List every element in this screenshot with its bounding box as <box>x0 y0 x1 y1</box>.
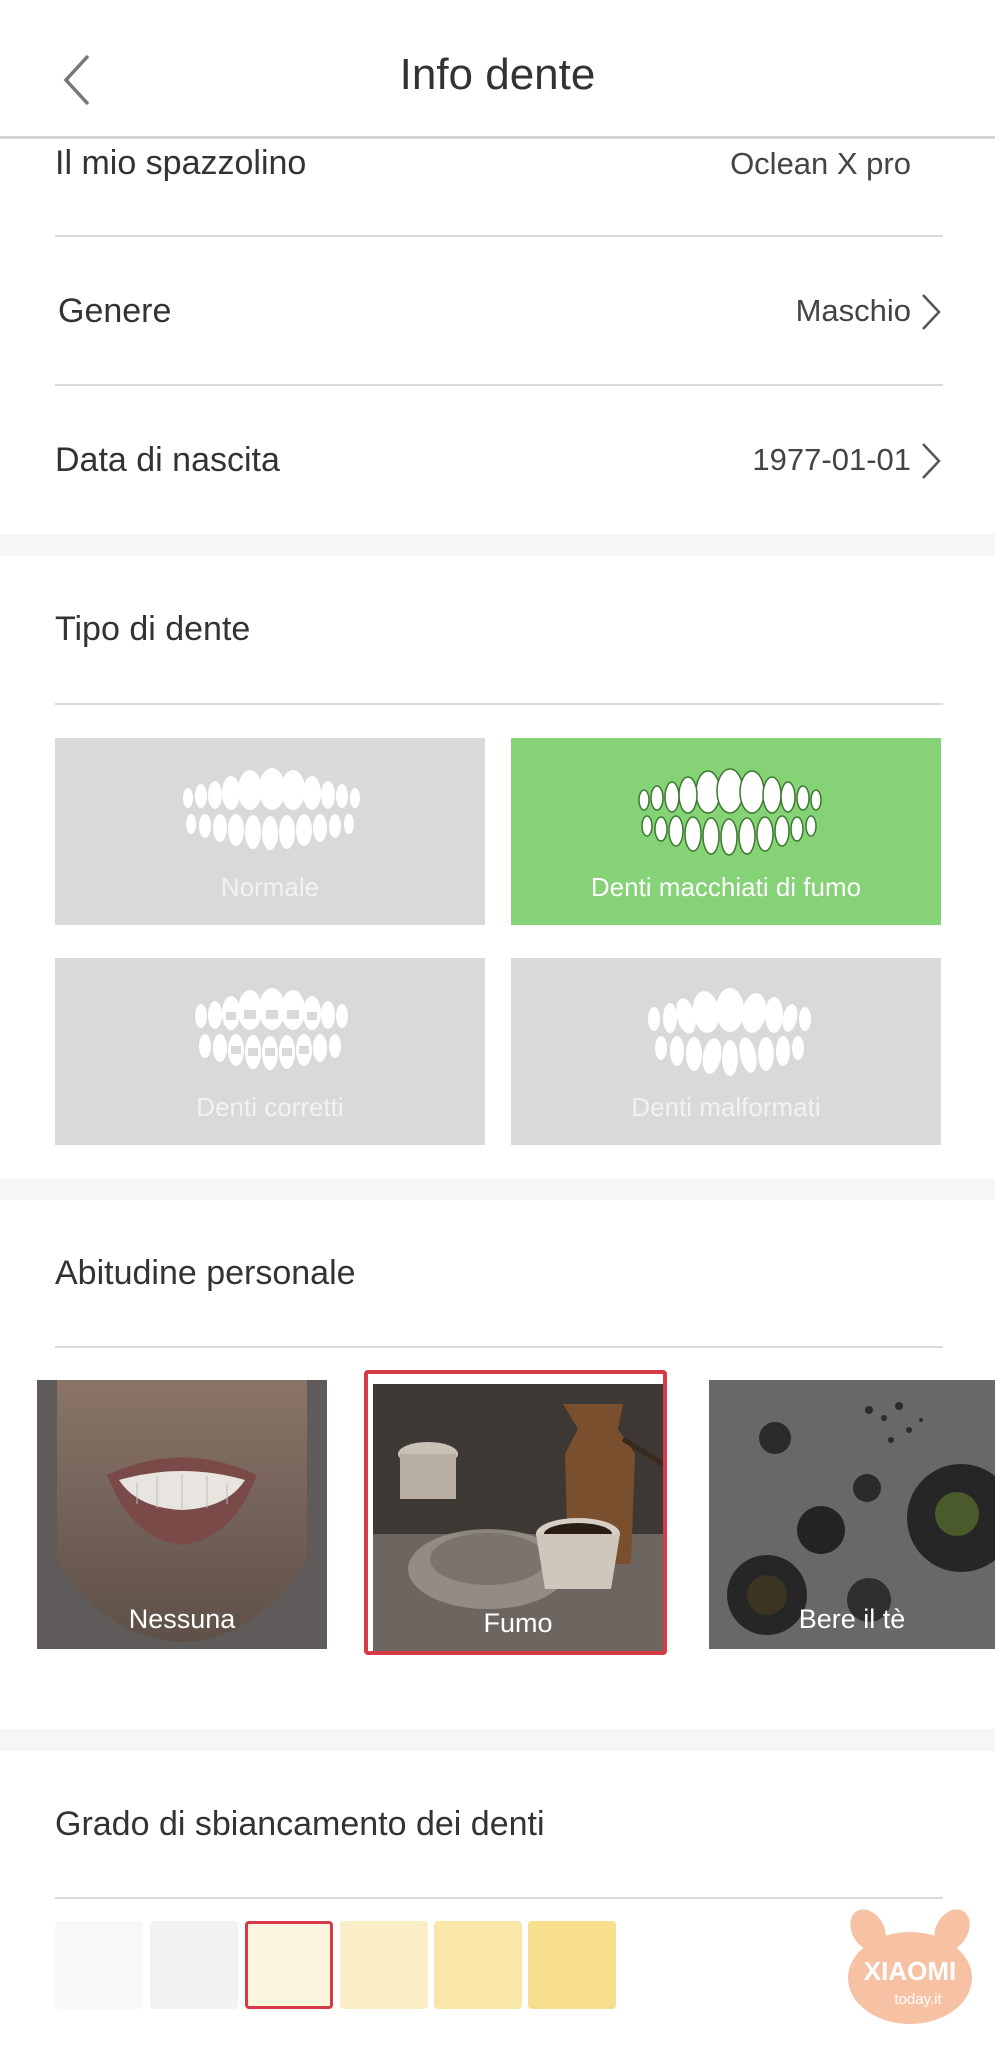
whitening-swatch-4[interactable] <box>340 1921 428 2009</box>
tooth-type-label: Normale <box>220 872 320 902</box>
whitening-swatch-6[interactable] <box>528 1921 616 2009</box>
chevron-right-icon <box>922 294 941 330</box>
habit-tea[interactable]: Bere il tè <box>709 1380 995 1649</box>
section-gap <box>0 1178 995 1200</box>
tooth-type-title: Tipo di dente <box>55 610 251 648</box>
whitening-swatch-5[interactable] <box>434 1921 522 2009</box>
birthdate-row[interactable]: Data di nascita 1977-01-01 <box>55 386 943 534</box>
top-bar: Info dente <box>0 0 995 139</box>
tooth-type-label: Denti macchiati di fumo <box>590 872 862 902</box>
tooth-type-normal[interactable]: Normale <box>55 738 485 925</box>
gender-label: Genere <box>58 292 172 330</box>
habits-title: Abitudine personale <box>55 1254 356 1292</box>
xiaomi-today-watermark-logo: XIAOMI today.it <box>848 1909 972 2024</box>
teeth-normal-icon <box>183 768 360 850</box>
birthdate-label: Data di nascita <box>55 441 280 479</box>
divider <box>55 703 943 705</box>
habit-label: Nessuna <box>128 1604 236 1634</box>
chevron-right-icon <box>922 443 941 479</box>
toothbrush-label: Il mio spazzolino <box>55 144 307 182</box>
gender-value: Maschio <box>795 293 911 328</box>
whitening-swatch-3[interactable] <box>245 1921 333 2009</box>
habit-label: Bere il tè <box>798 1604 906 1634</box>
tooth-type-corrected[interactable]: Denti corretti <box>55 958 485 1145</box>
habit-selected-frame <box>364 1370 667 1655</box>
toothbrush-value: Oclean X pro <box>730 146 911 181</box>
page-title: Info dente <box>399 50 596 99</box>
tooth-type-malformed[interactable]: Denti malformati <box>511 958 941 1145</box>
teeth-braces-icon <box>195 988 348 1070</box>
whitening-swatch-2[interactable] <box>150 1921 238 2009</box>
svg-text:XIAOMI: XIAOMI <box>864 1956 956 1986</box>
whitening-swatch-1[interactable] <box>55 1921 143 2009</box>
whitening-title: Grado di sbiancamento dei denti <box>55 1805 545 1843</box>
birthdate-value: 1977-01-01 <box>752 442 911 477</box>
tooth-type-smoke-stained[interactable]: Denti macchiati di fumo <box>511 738 941 925</box>
teeth-stained-icon <box>638 768 822 856</box>
divider <box>55 1346 943 1348</box>
section-gap <box>0 1729 995 1751</box>
tooth-type-label: Denti corretti <box>196 1092 344 1122</box>
habit-none[interactable]: Nessuna <box>37 1380 327 1649</box>
teeth-malformed-icon <box>648 988 811 1076</box>
tooth-type-label: Denti malformati <box>631 1092 821 1122</box>
divider <box>55 1897 943 1899</box>
gender-row[interactable]: Genere Maschio <box>55 237 943 385</box>
section-gap <box>0 534 995 556</box>
svg-text:today.it: today.it <box>894 1991 942 2008</box>
